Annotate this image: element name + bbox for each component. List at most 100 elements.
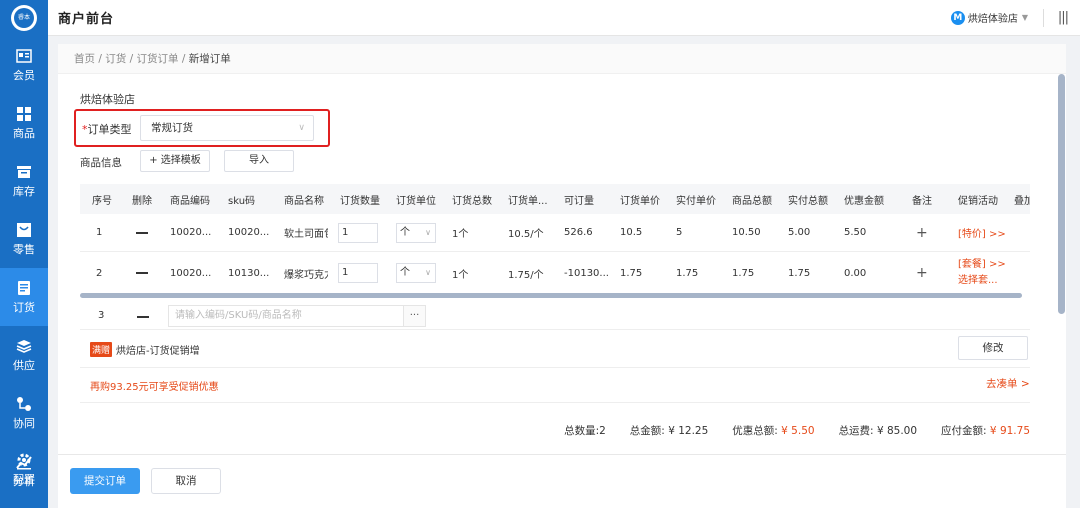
minus-icon[interactable] [137,316,149,318]
table-row: 1 10020... 10020... 软土司面包 1 个∨ 1个 10.5/个… [80,214,1030,252]
col-unit-desc: 订货单... [508,195,548,207]
col-promo: 促销活动 [958,195,998,207]
col-paid-total: 实付总额 [788,195,828,207]
goods-icon [16,106,32,122]
unit-select[interactable]: 个 ∨ [396,222,436,243]
goods-info-label: 商品信息 [80,157,122,169]
sidebar-item-collab[interactable]: 协同 [0,384,48,442]
rebuy-hint: 再购93.25元可享受促销优惠 [90,382,219,393]
import-button[interactable]: 导入 [224,150,294,172]
member-icon [16,48,32,64]
retail-icon [16,222,32,238]
table-row: 2 10020... 10130... 爆浆巧克力 1 个∨ 1个 1.75/个… [80,252,1030,294]
minus-icon [136,231,148,234]
chevron-down-icon: ∨ [425,227,431,237]
col-total: 订货总数 [452,195,492,207]
col-delete: 删除 [132,195,152,207]
promotion-info: 满赠 烘焙店-订货促销增 [90,342,200,357]
col-discount: 优惠金额 [844,195,884,207]
delete-row-button[interactable] [136,214,148,251]
promo-link[interactable]: [特价] >> [958,214,1006,251]
breadcrumb-current: 新增订单 [188,53,231,65]
col-remark: 备注 [912,195,932,207]
select-package-link[interactable]: 选择套... [958,273,998,289]
divider [58,454,1066,455]
main-panel: 首页 / 订货 / 订货订单 / 新增订单 烘焙体验店 *订单类型 常规订货 ∨… [58,44,1066,508]
new-item-row: 3 请输入编码/SKU码/商品名称 ... [80,302,1030,330]
col-sku: sku码 [228,195,256,207]
stock-icon [16,164,32,180]
col-stack-promo: 叠加促 [1014,195,1030,207]
select-template-button[interactable]: + 选择模板 [140,150,210,172]
store-title: 烘焙体验店 [80,93,135,106]
col-name: 商品名称 [284,195,324,207]
breadcrumb-home[interactable]: 首页 [74,53,95,65]
top-bar: 商户前台 M 烘焙体验店 ▼ ||| [48,0,1080,36]
modify-button[interactable]: 修改 [958,336,1028,360]
promo-text: 烘焙店-订货促销增 [116,346,200,357]
sidebar-item-member[interactable]: 会员 [0,36,48,94]
breadcrumb: 首页 / 订货 / 订货订单 / 新增订单 [58,44,1066,74]
app-title: 商户前台 [58,12,115,27]
order-icon [16,280,32,296]
promo-link[interactable]: [套餐] >> [958,257,1006,273]
order-type-highlight: *订单类型 常规订货 ∨ [74,109,330,147]
sidebar-item-retail[interactable]: 零售 [0,210,48,268]
horizontal-scrollbar[interactable] [80,293,1022,298]
divider [80,402,1030,403]
total-freight: 总运费: ¥ 85.00 [838,425,918,437]
add-remark-button[interactable]: + [916,214,928,251]
gear-icon [16,452,32,468]
col-unit: 订货单位 [396,195,436,207]
cancel-button[interactable]: 取消 [151,468,221,494]
col-paid-price: 实付单价 [676,195,716,207]
chevron-down-icon: ∨ [425,268,431,277]
sidebar: 睿本 会员 商品 库存 零售 订货 供应 协同 分析 配置 [0,0,48,508]
sidebar-item-supply[interactable]: 供应 [0,326,48,384]
breadcrumb-order-list[interactable]: 订货订单 [136,53,178,65]
breadcrumb-order[interactable]: 订货 [105,53,126,65]
chevron-down-icon: ∨ [298,123,305,133]
supply-icon [16,338,32,354]
qty-input[interactable]: 1 [338,263,378,283]
more-button[interactable]: ... [403,306,425,326]
go-collect-link[interactable]: 去凑单 > [986,376,1030,391]
order-table: 序号 删除 商品编码 sku码 商品名称 订货数量 订货单位 订货总数 订货单.… [80,184,1030,294]
total-amount: 总金额: ¥ 12.25 [629,425,709,437]
store-selector[interactable]: M 烘焙体验店 ▼ [950,10,1028,25]
caret-down-icon: ▼ [1021,13,1028,22]
delete-row-button[interactable] [136,252,148,294]
minus-icon [136,272,148,274]
promo-badge: 满赠 [90,342,113,357]
col-price: 订货单价 [620,195,660,207]
total-qty: 总数量:2 [564,425,606,437]
submit-order-button[interactable]: 提交订单 [70,468,140,494]
total-payable: 应付金额: ¥ 91.75 [941,425,1030,437]
collab-icon [16,396,32,412]
order-type-select[interactable]: 常规订货 ∨ [140,115,314,141]
table-header: 序号 删除 商品编码 sku码 商品名称 订货数量 订货单位 订货总数 订货单.… [80,184,1030,214]
col-available: 可订量 [564,195,594,207]
sidebar-item-stock[interactable]: 库存 [0,152,48,210]
order-totals: 总数量:2 总金额: ¥ 12.25 优惠总额: ¥ 5.50 总运费: ¥ 8… [540,423,1030,438]
col-code: 商品编码 [170,195,210,207]
qty-input[interactable]: 1 [338,222,378,243]
col-goods-total: 商品总额 [732,195,772,207]
logo-area: 睿本 [0,0,48,36]
store-name: 烘焙体验店 [967,14,1018,25]
order-type-label: *订单类型 [82,123,132,136]
vertical-scrollbar[interactable] [1058,74,1065,314]
sidebar-item-order[interactable]: 订货 [0,268,48,326]
goods-search-input[interactable]: 请输入编码/SKU码/商品名称 ... [168,305,426,327]
divider [1043,9,1044,27]
app-logo: 睿本 [11,5,37,31]
unit-select[interactable]: 个 ∨ [396,263,436,283]
total-discount: 优惠总额: ¥ 5.50 [732,425,815,437]
col-qty: 订货数量 [340,195,380,207]
sidebar-item-goods[interactable]: 商品 [0,94,48,152]
divider [80,367,1030,368]
store-badge: M [950,10,965,25]
sidebar-item-config[interactable]: 配置 [0,440,48,498]
add-remark-button[interactable]: + [916,252,928,294]
menu-icon[interactable]: ||| [1058,10,1069,25]
